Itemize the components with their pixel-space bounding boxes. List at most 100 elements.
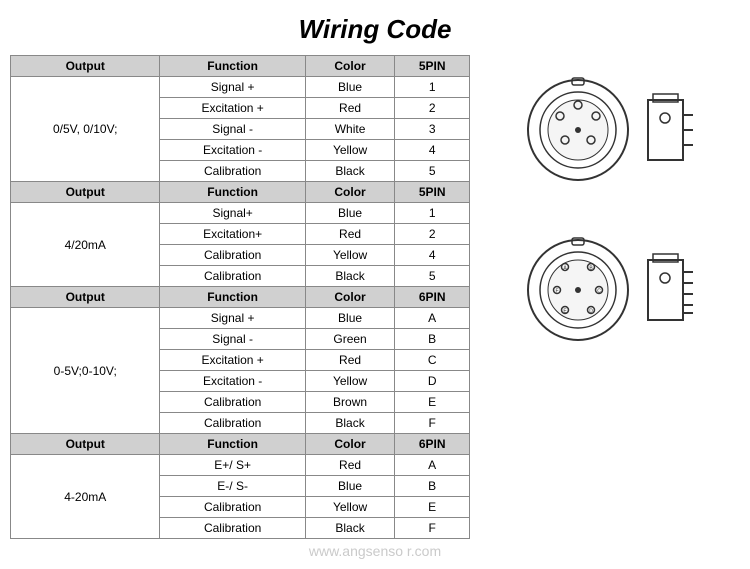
table-section: Output Function Color 5PIN 0/5V, 0/10V; … <box>10 55 470 539</box>
function-cell: Signal+ <box>160 203 305 224</box>
table-row: 4-20mA E+/ S+ Red A <box>11 455 470 476</box>
pin-cell: E <box>395 497 470 518</box>
pin-cell: 2 <box>395 224 470 245</box>
color-cell: Brown <box>305 392 395 413</box>
function-cell: Signal - <box>160 119 305 140</box>
color-cell: Green <box>305 329 395 350</box>
function-cell: Calibration <box>160 245 305 266</box>
function-cell: Excitation+ <box>160 224 305 245</box>
pin-cell: C <box>395 350 470 371</box>
pin-cell: 4 <box>395 140 470 161</box>
color-cell: Blue <box>305 77 395 98</box>
output-cell-2: 4/20mA <box>11 203 160 287</box>
diagram-bottom: A B C D E F <box>523 235 698 345</box>
t1-h2: Function <box>160 56 305 77</box>
t4-h2: Function <box>160 434 305 455</box>
output-cell-3: 0-5V;0-10V; <box>11 308 160 434</box>
t4-h4: 6PIN <box>395 434 470 455</box>
color-cell: Yellow <box>305 371 395 392</box>
wiring-table: Output Function Color 5PIN 0/5V, 0/10V; … <box>10 55 470 539</box>
function-cell: Calibration <box>160 497 305 518</box>
t2-h1: Output <box>11 182 160 203</box>
output-cell-4: 4-20mA <box>11 455 160 539</box>
function-cell: Excitation + <box>160 350 305 371</box>
table-row: 0/5V, 0/10V; Signal + Blue 1 <box>11 77 470 98</box>
function-cell: Excitation - <box>160 140 305 161</box>
color-cell: Black <box>305 161 395 182</box>
function-cell: Excitation + <box>160 98 305 119</box>
5pin-side-connector <box>643 90 698 170</box>
t3-h1: Output <box>11 287 160 308</box>
svg-text:C: C <box>597 288 601 294</box>
t3-h3: Color <box>305 287 395 308</box>
color-cell: Black <box>305 413 395 434</box>
6pin-side-connector <box>643 250 698 330</box>
color-cell: Blue <box>305 308 395 329</box>
color-cell: Red <box>305 455 395 476</box>
color-cell: Yellow <box>305 140 395 161</box>
t2-h3: Color <box>305 182 395 203</box>
svg-text:F: F <box>555 288 558 294</box>
table1-header-row: Output Function Color 5PIN <box>11 56 470 77</box>
pin-cell: 3 <box>395 119 470 140</box>
function-cell: Calibration <box>160 161 305 182</box>
t4-h3: Color <box>305 434 395 455</box>
pin-cell: B <box>395 476 470 497</box>
diagram-top <box>523 75 698 185</box>
color-cell: Red <box>305 224 395 245</box>
5pin-circular-diagram <box>523 75 633 185</box>
color-cell: Blue <box>305 476 395 497</box>
function-cell: E+/ S+ <box>160 455 305 476</box>
function-cell: Signal - <box>160 329 305 350</box>
pin-cell: A <box>395 455 470 476</box>
pin-cell: E <box>395 392 470 413</box>
function-cell: E-/ S- <box>160 476 305 497</box>
t2-h2: Function <box>160 182 305 203</box>
table3-header-row: Output Function Color 6PIN <box>11 287 470 308</box>
output-cell-1: 0/5V, 0/10V; <box>11 77 160 182</box>
color-cell: Yellow <box>305 497 395 518</box>
color-cell: Blue <box>305 203 395 224</box>
table2-header-row: Output Function Color 5PIN <box>11 182 470 203</box>
pin-cell: 2 <box>395 98 470 119</box>
t1-h1: Output <box>11 56 160 77</box>
t1-h3: Color <box>305 56 395 77</box>
pin-cell: 1 <box>395 77 470 98</box>
t3-h4: 6PIN <box>395 287 470 308</box>
pin-cell: B <box>395 329 470 350</box>
function-cell: Calibration <box>160 266 305 287</box>
6pin-circular-diagram: A B C D E F <box>523 235 633 345</box>
pin-cell: F <box>395 518 470 539</box>
pin-cell: 4 <box>395 245 470 266</box>
t1-h4: 5PIN <box>395 56 470 77</box>
t3-h2: Function <box>160 287 305 308</box>
function-cell: Calibration <box>160 413 305 434</box>
diagram-section: A B C D E F <box>470 55 740 539</box>
pin-cell: 5 <box>395 161 470 182</box>
pin-cell: D <box>395 371 470 392</box>
color-cell: Yellow <box>305 245 395 266</box>
t4-h1: Output <box>11 434 160 455</box>
color-cell: White <box>305 119 395 140</box>
pin-cell: 1 <box>395 203 470 224</box>
table-row: 0-5V;0-10V; Signal + Blue A <box>11 308 470 329</box>
pin-cell: F <box>395 413 470 434</box>
pin-cell: A <box>395 308 470 329</box>
color-cell: Red <box>305 98 395 119</box>
t2-h4: 5PIN <box>395 182 470 203</box>
table4-header-row: Output Function Color 6PIN <box>11 434 470 455</box>
table-row: 4/20mA Signal+ Blue 1 <box>11 203 470 224</box>
color-cell: Red <box>305 350 395 371</box>
main-container: Output Function Color 5PIN 0/5V, 0/10V; … <box>0 55 750 539</box>
watermark: www.angsenso r.com <box>309 543 441 559</box>
function-cell: Calibration <box>160 518 305 539</box>
function-cell: Calibration <box>160 392 305 413</box>
function-cell: Signal + <box>160 308 305 329</box>
color-cell: Black <box>305 518 395 539</box>
svg-text:D: D <box>589 308 593 314</box>
function-cell: Excitation - <box>160 371 305 392</box>
pin-cell: 5 <box>395 266 470 287</box>
color-cell: Black <box>305 266 395 287</box>
page-title: Wiring Code <box>0 0 750 55</box>
function-cell: Signal + <box>160 77 305 98</box>
